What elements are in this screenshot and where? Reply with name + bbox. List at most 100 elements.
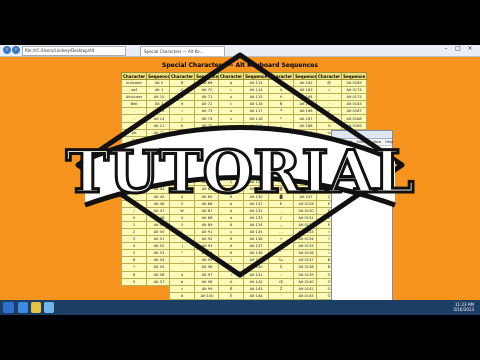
- sequence-cell: Alt 129: [243, 185, 270, 194]
- character-cell: U: [168, 192, 196, 201]
- ie-icon[interactable]: [18, 302, 28, 313]
- sequence-column-header: Sequence: [194, 72, 221, 80]
- sequence-cell: Alt 7: [146, 100, 173, 109]
- character-cell: r: [217, 86, 245, 95]
- character-cell: ı: [120, 142, 148, 151]
- character-cell: +: [120, 178, 148, 187]
- taskbar-clock[interactable]: 11:23 AM 5/16/2013: [453, 302, 474, 312]
- maximize-button[interactable]: □: [452, 45, 464, 53]
- table-row: ì Alt 141: [217, 270, 270, 279]
- table-row: ░ Alt 245: [267, 178, 320, 187]
- table-row: Ç Alt 128: [217, 178, 270, 187]
- character-cell: ï: [217, 256, 245, 265]
- table-row: ¼ Alt 0188: [315, 114, 368, 123]
- back-button[interactable]: ‹: [3, 46, 11, 54]
- character-cell: d: [168, 291, 196, 300]
- folder-icon[interactable]: [31, 302, 41, 313]
- sequence-cell: Alt 88: [194, 213, 221, 222]
- menu-view[interactable]: View: [373, 140, 381, 144]
- table-row: å Alt 134: [217, 220, 270, 229]
- character-cell: ¼: [267, 149, 295, 159]
- sequence-cell: Alt 141: [243, 270, 270, 279]
- sequence-cell: Alt 99: [194, 284, 221, 293]
- menu-edit[interactable]: Edit: [346, 140, 353, 144]
- address-bar[interactable]: file:///C:/Users/Lindsey/Desktop/Alt: [22, 46, 126, 56]
- table-row: } Alt 125: [217, 164, 270, 173]
- character-cell: -: [120, 114, 148, 123]
- sequence-cell: Alt 0131: [293, 213, 320, 222]
- sequence-cell: Alt 140: [243, 263, 270, 272]
- forward-button[interactable]: ›: [12, 46, 20, 54]
- table-row: ñ Alt 164: [267, 93, 320, 102]
- table-row: ª Alt 166: [267, 107, 320, 116]
- sequence-cell: Alt 55: [146, 263, 173, 272]
- table-row: ^ Alt 94: [168, 249, 221, 258]
- character-cell: Indicator: [120, 78, 148, 88]
- start-button[interactable]: [3, 302, 14, 313]
- character-cell: 6: [120, 256, 148, 265]
- sequence-cell: Alt 125: [243, 164, 270, 173]
- table-row: Ž Alt 0142: [267, 284, 320, 293]
- menu-file[interactable]: File: [336, 140, 342, 144]
- table-row: ¿ Alt 168: [267, 121, 320, 130]
- character-cell: -: [120, 164, 148, 173]
- notepad-icon[interactable]: [44, 302, 54, 313]
- character-cell: Ä: [217, 277, 245, 286]
- sequence-cell: Alt 42: [146, 171, 173, 180]
- character-cell: s: [217, 93, 245, 102]
- sequence-cell: Alt 0142: [293, 284, 320, 293]
- sequence-cell: Alt 76: [194, 128, 221, 137]
- table-row: ê Alt 136: [217, 235, 270, 244]
- menu-help[interactable]: Help: [385, 140, 393, 144]
- notepad-window[interactable]: File Edit Format View Help: [331, 130, 393, 302]
- character-cell: ê: [217, 235, 245, 244]
- sequence-cell: Alt 85: [194, 192, 221, 201]
- sequence-cell: Alt 79: [194, 149, 221, 159]
- character-cell: ·: [120, 157, 148, 166]
- table-row: ï Alt 139: [217, 256, 270, 265]
- sequence-cell: Alt 144: [243, 291, 270, 300]
- character-cell: ‡: [267, 242, 295, 251]
- menu-format[interactable]: Format: [357, 140, 369, 144]
- sequence-cell: Alt 43: [146, 178, 173, 187]
- sequence-cell: Alt 80: [194, 157, 221, 166]
- minimize-button[interactable]: –: [440, 45, 452, 53]
- table-header-row: Character Sequence: [315, 72, 368, 80]
- character-cell: /: [120, 206, 148, 215]
- table-header-row: Character Sequence: [217, 72, 270, 80]
- table-row: Indicator Alt 0: [120, 78, 173, 88]
- sequence-cell: Alt 115: [243, 93, 270, 102]
- character-cell: ‰: [267, 256, 295, 265]
- sequence-cell: Alt 0145: [293, 291, 320, 300]
- clock-date: 5/16/2013: [453, 307, 474, 312]
- sequence-cell: Alt 0: [146, 78, 173, 88]
- table-row: ‡ Alt 0135: [267, 242, 320, 251]
- character-cell: q: [217, 78, 245, 88]
- close-button[interactable]: ×: [464, 45, 476, 53]
- table-row: Å Alt 143: [217, 284, 270, 293]
- character-cell: ⌐: [267, 128, 295, 137]
- sequence-cell: Alt 0175: [341, 93, 368, 102]
- table-row: ë Alt 137: [217, 242, 270, 251]
- character-cell: ƒ: [267, 213, 295, 222]
- table-row: aaf Alt 1: [120, 86, 173, 95]
- table-row: O Alt 79: [168, 149, 221, 159]
- sequence-cell: Alt 122: [243, 142, 270, 151]
- table-row: » Alt 175: [267, 171, 320, 180]
- character-cell: C: [168, 86, 196, 95]
- character-cell: ¬: [267, 135, 295, 144]
- table-row: º Alt 167: [267, 114, 320, 123]
- sequence-cell: Alt 22: [146, 128, 173, 137]
- table-row: X Alt 88: [168, 213, 221, 222]
- notepad-titlebar[interactable]: [332, 131, 392, 139]
- browser-tab[interactable]: Special Characters — Alt Ke...: [140, 46, 225, 56]
- sequence-column-header: Sequence: [243, 72, 270, 80]
- table-row: C Alt 70: [168, 86, 221, 95]
- character-cell: L: [168, 128, 196, 137]
- character-cell: H: [168, 100, 196, 109]
- table-row: - Alt 45: [120, 192, 173, 201]
- screen: ‹ › file:///C:/Users/Lindsey/Desktop/Alt…: [0, 45, 480, 315]
- character-cell: \: [168, 235, 196, 244]
- character-cell: Q: [168, 164, 196, 173]
- alt-code-table-4: Character Sequence ó Alt 162 ú Alt 163 ñ Alt 16…: [267, 72, 320, 308]
